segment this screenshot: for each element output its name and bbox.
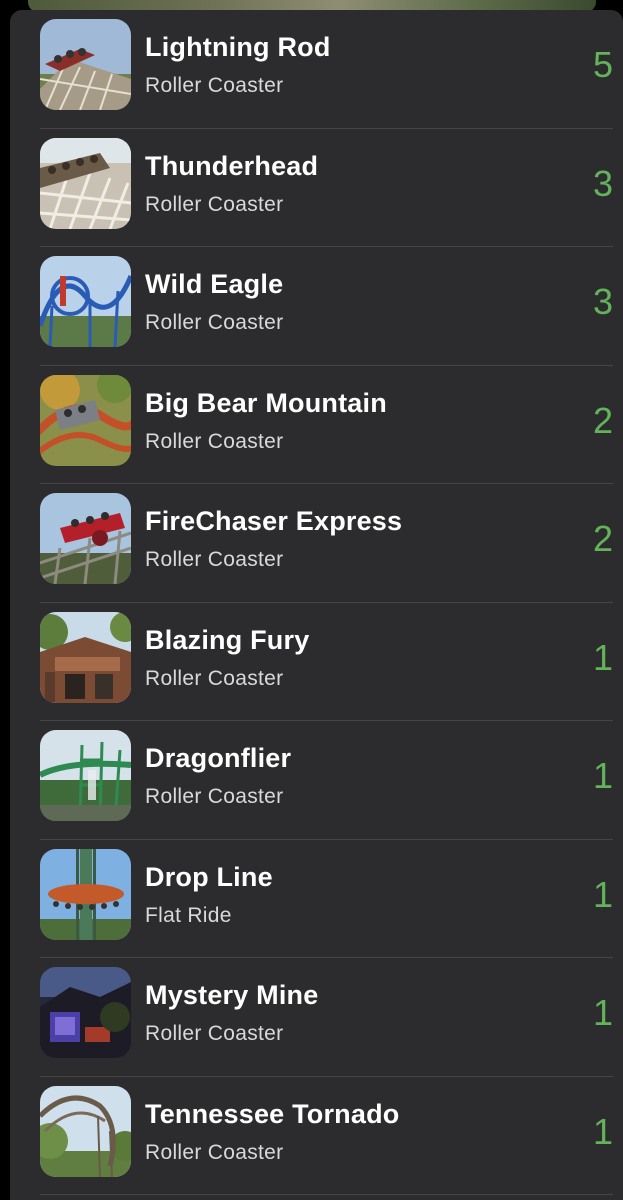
ride-count: 2 xyxy=(592,399,613,441)
ride-name: Wild Eagle xyxy=(145,269,284,299)
list-item[interactable]: Tennessee Tornado Roller Coaster 1 xyxy=(40,1077,613,1195)
building-entrance-icon xyxy=(40,611,131,703)
ride-type: Roller Coaster xyxy=(145,1022,284,1045)
drop-tower-icon xyxy=(40,848,131,940)
rides-sheet: Lightning Rod Roller Coaster 5 Thunderhe… xyxy=(10,10,623,1200)
ride-name: Mystery Mine xyxy=(145,980,319,1010)
ride-type: Roller Coaster xyxy=(145,74,284,97)
ride-name: Tennessee Tornado xyxy=(145,1098,400,1129)
loop-coaster-icon xyxy=(40,1085,131,1177)
list-item[interactable]: Wild Eagle Roller Coaster 3 xyxy=(40,247,613,366)
list-item[interactable]: FireChaser Express Roller Coaster 2 xyxy=(40,484,613,603)
ride-count: 1 xyxy=(592,755,613,796)
ride-name: Drop Line xyxy=(145,861,273,892)
blue-steel-wing-coaster-icon xyxy=(40,256,131,347)
list-item[interactable]: Drop Line Flat Ride 1 xyxy=(40,840,613,958)
ride-name: Lightning Rod xyxy=(145,32,331,62)
wooden-coaster-train-icon xyxy=(40,19,131,110)
ride-type: Flat Ride xyxy=(145,903,232,927)
ride-count: 3 xyxy=(592,281,613,322)
wooden-coaster-riders-icon xyxy=(40,137,131,229)
ride-type: Roller Coaster xyxy=(145,429,284,453)
ride-list: Lightning Rod Roller Coaster 5 Thunderhe… xyxy=(40,10,613,1195)
ride-count: 1 xyxy=(592,1110,613,1152)
ride-name: Dragonflier xyxy=(145,743,292,773)
list-item[interactable]: Lightning Rod Roller Coaster 5 xyxy=(40,10,613,129)
ride-count: 1 xyxy=(592,992,613,1033)
ride-type: Roller Coaster xyxy=(145,1140,284,1164)
list-item[interactable]: Blazing Fury Roller Coaster 1 xyxy=(40,603,613,721)
red-train-coaster-icon xyxy=(40,493,131,584)
ride-type: Roller Coaster xyxy=(145,548,284,571)
green-steel-coaster-icon xyxy=(40,730,131,821)
dark-ride-building-icon xyxy=(40,967,131,1058)
list-item[interactable]: Mystery Mine Roller Coaster 1 xyxy=(40,958,613,1077)
ride-name: Thunderhead xyxy=(145,150,319,181)
ride-type: Roller Coaster xyxy=(145,666,284,690)
ride-count: 1 xyxy=(592,636,613,678)
ride-name: Big Bear Mountain xyxy=(145,387,387,418)
orange-track-coaster-icon xyxy=(40,374,131,466)
list-item[interactable]: Thunderhead Roller Coaster 3 xyxy=(40,129,613,247)
ride-type: Roller Coaster xyxy=(145,311,284,334)
ride-type: Roller Coaster xyxy=(145,192,284,216)
ride-count: 5 xyxy=(592,44,613,85)
ride-name: FireChaser Express xyxy=(145,506,403,536)
ride-count: 3 xyxy=(592,162,613,204)
ride-count: 2 xyxy=(592,518,613,559)
ride-count: 1 xyxy=(592,873,613,915)
list-item[interactable]: Dragonflier Roller Coaster 1 xyxy=(40,721,613,840)
ride-type: Roller Coaster xyxy=(145,785,284,808)
list-item[interactable]: Big Bear Mountain Roller Coaster 2 xyxy=(40,366,613,484)
ride-name: Blazing Fury xyxy=(145,624,310,655)
